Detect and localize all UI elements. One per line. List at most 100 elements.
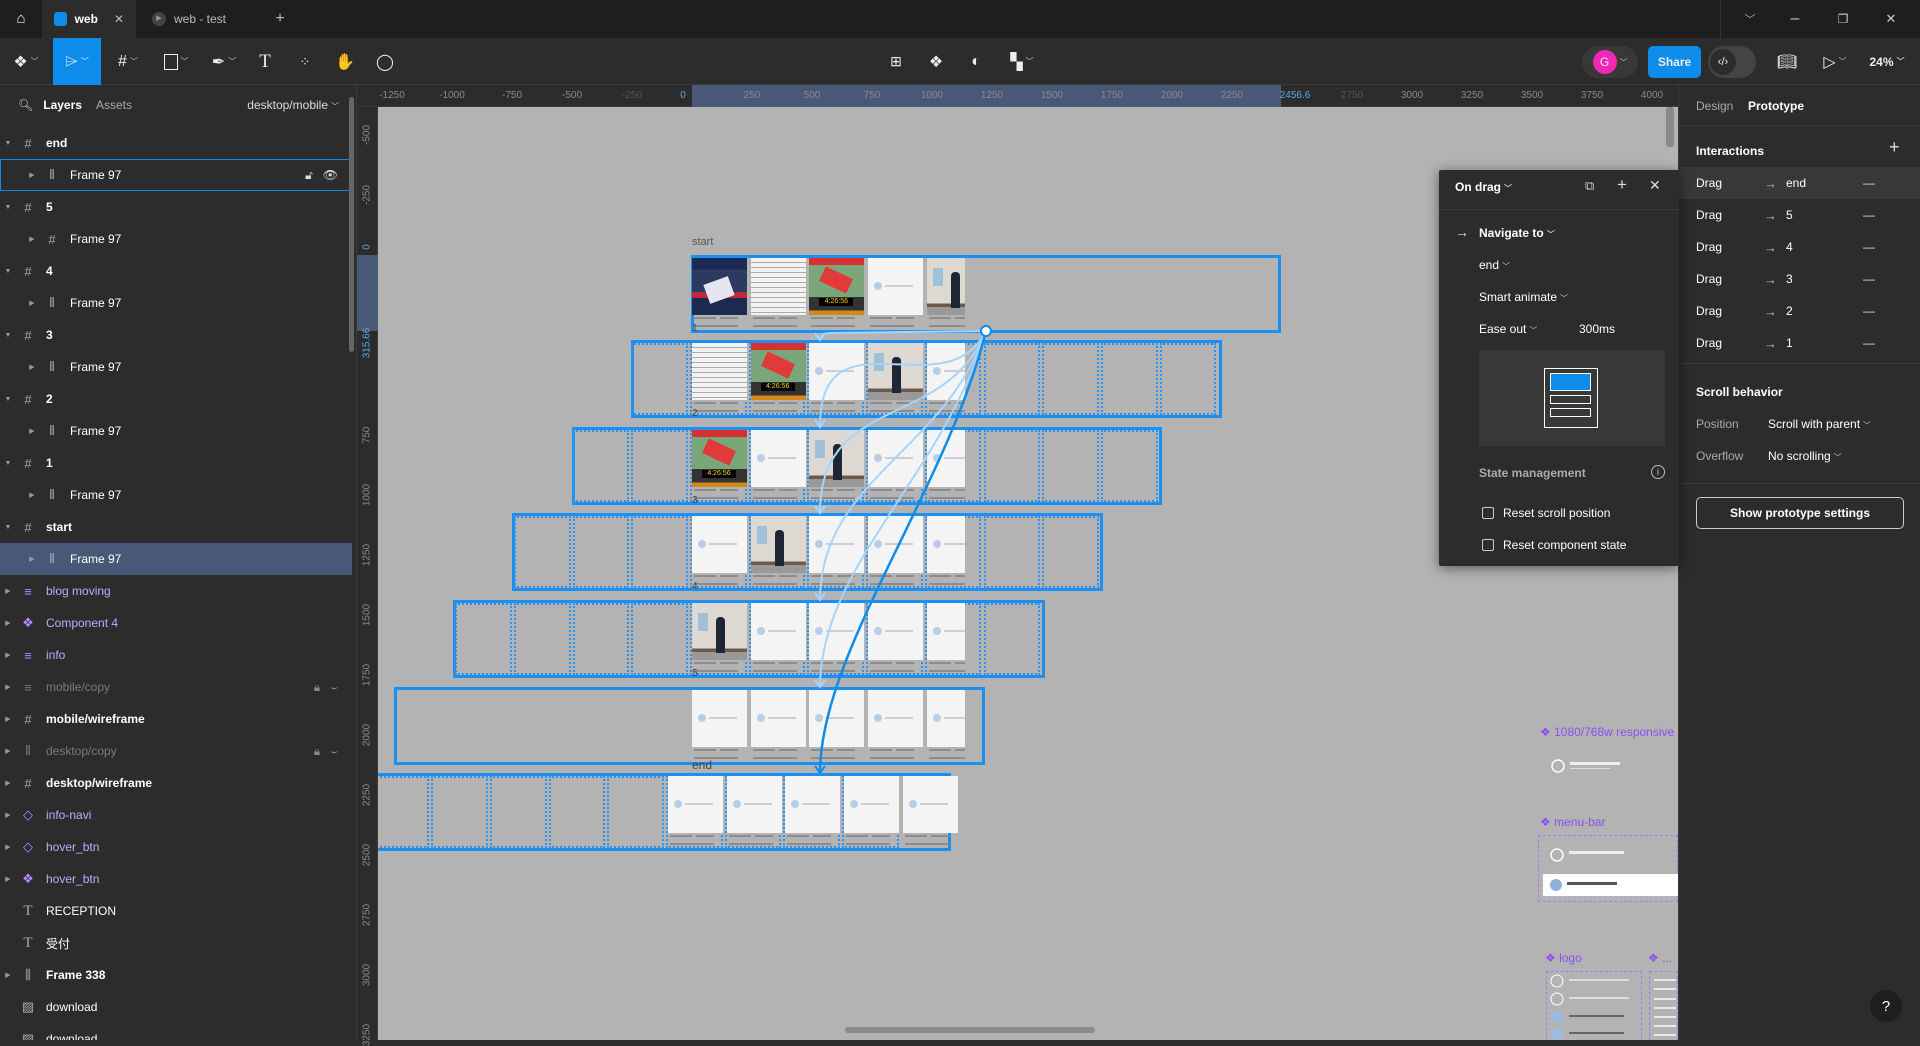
connection-line[interactable]	[819, 330, 987, 601]
interaction-row[interactable]: Drag → end —	[1679, 167, 1920, 199]
canvas-horizontal-scrollbar[interactable]	[845, 1027, 1095, 1033]
boolean-tool[interactable]: ▚ ﹀	[1002, 38, 1042, 85]
components-tool[interactable]: ❖	[922, 38, 950, 85]
search-icon[interactable]: 🔍︎	[18, 98, 33, 112]
remove-interaction-button[interactable]: —	[1863, 176, 1875, 190]
layer-row[interactable]: ▼ #3	[0, 319, 352, 351]
caret-right-icon[interactable]: ▶	[28, 299, 36, 307]
show-prototype-settings-button[interactable]: Show prototype settings	[1696, 497, 1904, 529]
layer-row[interactable]: ▶ ≡ mobile/copy 🔒︎ ⌣	[0, 671, 352, 703]
caret-right-icon[interactable]: ▶	[4, 875, 12, 883]
library-button[interactable]: 📖︎	[1772, 38, 1802, 85]
reset-component-checkbox[interactable]	[1482, 539, 1494, 551]
caret-right-icon[interactable]: ▶	[28, 235, 36, 243]
connection-line[interactable]	[818, 330, 988, 774]
interaction-row[interactable]: Drag → 3 —	[1679, 263, 1920, 295]
caret-right-icon[interactable]: ▶	[4, 843, 12, 851]
connection-handle[interactable]	[980, 325, 992, 337]
caret-down-icon[interactable]: ▼	[4, 140, 12, 147]
eye-closed-icon[interactable]: ⌣	[330, 744, 338, 759]
caret-down-icon[interactable]: ▼	[4, 332, 12, 339]
frame-tool[interactable]: # ﹀	[110, 38, 146, 85]
tab-web[interactable]: web ✕	[42, 0, 136, 38]
layer-row[interactable]: ▶ ⫼ Frame 338	[0, 959, 352, 991]
caret-right-icon[interactable]: ▶	[4, 811, 12, 819]
chevron-down-icon[interactable]: ﹀	[1735, 0, 1765, 42]
close-window-button[interactable]: ✕	[1876, 0, 1906, 42]
remove-interaction-button[interactable]: —	[1863, 304, 1875, 318]
destination-select[interactable]: end ﹀	[1479, 258, 1510, 272]
layer-row[interactable]: ▼ # end	[0, 127, 352, 159]
component-label-more[interactable]: ❖ ...	[1648, 951, 1672, 965]
remove-interaction-button[interactable]: —	[1863, 208, 1875, 222]
caret-down-icon[interactable]: ▼	[4, 268, 12, 275]
layer-row[interactable]: ▶ ⫴ desktop/copy 🔒︎ ⌣	[0, 735, 352, 767]
hand-tool[interactable]: ✋	[332, 38, 358, 85]
page-selector[interactable]: desktop/mobile ﹀	[247, 98, 339, 112]
interaction-row[interactable]: Drag → 5 —	[1679, 199, 1920, 231]
caret-right-icon[interactable]: ▶	[28, 363, 36, 371]
maximize-button[interactable]: ❐	[1828, 0, 1858, 42]
shape-tool[interactable]: ﹀	[158, 38, 194, 85]
layer-row[interactable]: T RECEPTION	[0, 895, 352, 927]
component-label-responsive[interactable]: ❖ 1080/768w responsive	[1540, 725, 1674, 739]
caret-right-icon[interactable]: ▶	[28, 171, 36, 179]
layer-row[interactable]: ▼ # start	[0, 511, 352, 543]
trigger-select[interactable]: On drag ﹀	[1455, 180, 1512, 194]
layer-row[interactable]: ▶ ≡ blog moving	[0, 575, 352, 607]
comment-tool[interactable]: ◯	[372, 38, 398, 85]
text-tool[interactable]: T	[252, 38, 278, 85]
dev-mode-toggle[interactable]: ‹/›	[1708, 46, 1756, 78]
layer-row[interactable]: ▶ # desktop/wireframe	[0, 767, 352, 799]
resources-tool[interactable]: ⁘	[292, 38, 318, 85]
info-icon[interactable]: i	[1651, 465, 1665, 479]
caret-right-icon[interactable]: ▶	[4, 683, 12, 691]
tab-assets[interactable]: Assets	[96, 98, 132, 112]
caret-right-icon[interactable]: ▶	[28, 555, 36, 563]
layer-row[interactable]: ▼ #5	[0, 191, 352, 223]
duration-input[interactable]: 300ms	[1579, 322, 1615, 336]
caret-down-icon[interactable]: ▼	[4, 460, 12, 467]
share-button[interactable]: Share	[1648, 46, 1701, 78]
caret-right-icon[interactable]: ▶	[4, 971, 12, 979]
interaction-row[interactable]: Drag → 4 —	[1679, 231, 1920, 263]
position-select[interactable]: Scroll with parent ﹀	[1768, 417, 1871, 431]
caret-right-icon[interactable]: ▶	[28, 491, 36, 499]
layer-row[interactable]: ▶ ⫴ Frame 97 🔓︎ 👁︎	[0, 159, 352, 191]
lock-icon[interactable]: 🔒︎	[314, 744, 320, 759]
close-icon[interactable]: ✕	[114, 12, 124, 26]
tab-prototype[interactable]: Prototype	[1748, 99, 1804, 113]
move-tool[interactable]: ⌲ ﹀	[53, 38, 101, 85]
layer-row[interactable]: ▼ #4	[0, 255, 352, 287]
unlock-icon[interactable]: 🔓︎	[305, 168, 313, 183]
caret-right-icon[interactable]: ▶	[4, 779, 12, 787]
add-action-button[interactable]: +	[1617, 175, 1627, 195]
detach-icon[interactable]: ⧉	[1585, 178, 1594, 194]
layer-row[interactable]: ▶ # Frame 97	[0, 223, 352, 255]
eye-closed-icon[interactable]: ⌣	[330, 680, 338, 695]
caret-right-icon[interactable]: ▶	[4, 619, 12, 627]
caret-down-icon[interactable]: ▼	[4, 396, 12, 403]
home-icon[interactable]: ⌂	[6, 0, 36, 42]
grid-select-tool[interactable]: ⊞	[882, 38, 910, 85]
overflow-select[interactable]: No scrolling ﹀	[1768, 449, 1842, 463]
multiplayer-avatar[interactable]: G ﹀	[1582, 46, 1638, 78]
tab-web-test[interactable]: ▶ web - test	[140, 0, 260, 38]
tab-design[interactable]: Design	[1696, 99, 1733, 113]
main-menu-button[interactable]: ❖ ﹀	[8, 38, 44, 85]
reset-scroll-checkbox[interactable]	[1482, 507, 1494, 519]
lock-icon[interactable]: 🔒︎	[314, 680, 320, 695]
layer-row[interactable]: ▨ download	[0, 991, 352, 1023]
interaction-row[interactable]: Drag → 2 —	[1679, 295, 1920, 327]
mask-tool[interactable]: ◐	[962, 38, 990, 85]
layer-row[interactable]: ▶ ❖ hover_btn	[0, 863, 352, 895]
remove-interaction-button[interactable]: —	[1863, 272, 1875, 286]
layer-row[interactable]: ▶ ⫴ Frame 97	[0, 415, 352, 447]
layer-row[interactable]: ▼ #2	[0, 383, 352, 415]
add-interaction-button[interactable]: +	[1889, 137, 1900, 158]
action-select[interactable]: Navigate to ﹀	[1479, 226, 1555, 240]
interaction-row[interactable]: Drag → 1 —	[1679, 327, 1920, 359]
layer-row[interactable]: ▼ #1	[0, 447, 352, 479]
caret-right-icon[interactable]: ▶	[28, 427, 36, 435]
layer-row[interactable]: T 受付	[0, 927, 352, 959]
